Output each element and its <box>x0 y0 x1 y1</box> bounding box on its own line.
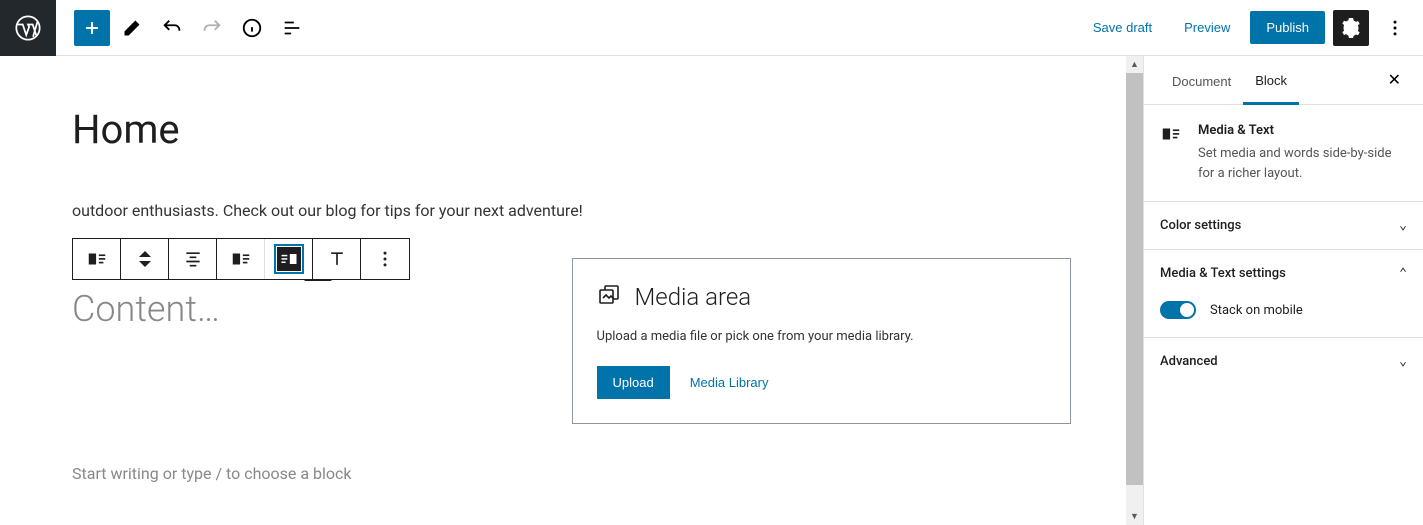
stack-on-mobile-label: Stack on mobile <box>1210 303 1303 318</box>
panel-advanced[interactable]: Advanced ⌄ <box>1144 338 1423 385</box>
settings-sidebar: Document Block ✕ Media & Text Set media … <box>1143 56 1423 525</box>
edit-mode-button[interactable] <box>114 10 150 46</box>
media-right-button[interactable] <box>265 239 313 279</box>
media-icon <box>597 283 621 311</box>
scroll-down-arrow[interactable]: ▼ <box>1126 508 1143 525</box>
scroll-up-arrow[interactable]: ▲ <box>1126 56 1143 73</box>
more-menu-button[interactable] <box>1377 10 1413 46</box>
media-area-title: Media area <box>635 283 752 311</box>
tab-document[interactable]: Document <box>1160 56 1243 104</box>
settings-button[interactable] <box>1333 10 1369 46</box>
wordpress-logo[interactable] <box>0 0 56 56</box>
redo-button[interactable] <box>194 10 230 46</box>
block-icon <box>1160 123 1182 183</box>
save-draft-button[interactable]: Save draft <box>1081 12 1164 43</box>
media-library-button[interactable]: Media Library <box>690 375 769 390</box>
upload-button[interactable]: Upload <box>597 366 670 399</box>
panel-media-text-settings[interactable]: Media & Text settings ⌃ <box>1144 250 1423 297</box>
preview-button[interactable]: Preview <box>1172 12 1242 43</box>
panel-mt-label: Media & Text settings <box>1160 266 1286 281</box>
chevron-down-icon: ⌄ <box>1399 218 1407 233</box>
top-toolbar: Save draft Preview Publish <box>0 0 1423 56</box>
block-more-button[interactable] <box>361 239 409 279</box>
chevron-up-icon: ⌃ <box>1399 266 1407 281</box>
vertical-align-button[interactable] <box>313 239 361 279</box>
close-sidebar-button[interactable]: ✕ <box>1382 56 1407 104</box>
panel-advanced-label: Advanced <box>1160 354 1218 369</box>
move-handle-button[interactable] <box>121 239 169 279</box>
page-title[interactable]: Home <box>72 106 1071 153</box>
outline-button[interactable] <box>274 10 310 46</box>
align-button[interactable] <box>169 239 217 279</box>
undo-button[interactable] <box>154 10 190 46</box>
panel-color-label: Color settings <box>1160 218 1241 233</box>
block-description: Set media and words side-by-side for a r… <box>1198 144 1407 183</box>
block-type-button[interactable] <box>73 239 121 279</box>
media-left-button[interactable] <box>217 239 265 279</box>
info-button[interactable] <box>234 10 270 46</box>
publish-button[interactable]: Publish <box>1250 11 1325 44</box>
block-toolbar <box>72 238 410 280</box>
chevron-down-icon: ⌄ <box>1399 354 1407 369</box>
tab-block[interactable]: Block <box>1243 56 1299 105</box>
media-area-desc: Upload a media file or pick one from you… <box>597 329 1046 344</box>
stack-on-mobile-toggle[interactable] <box>1160 301 1196 319</box>
media-text-block[interactable]: Content… Media area Upload a media file … <box>72 258 1071 424</box>
paragraph-block[interactable]: outdoor enthusiasts. Check out our blog … <box>72 201 1071 220</box>
editor-scrollbar[interactable]: ▲ ▼ <box>1126 56 1143 525</box>
scroll-thumb[interactable] <box>1126 73 1143 485</box>
block-name: Media & Text <box>1198 123 1407 138</box>
add-block-button[interactable] <box>74 10 110 46</box>
panel-color-settings[interactable]: Color settings ⌄ <box>1144 202 1423 249</box>
default-block-appender[interactable]: Start writing or type / to choose a bloc… <box>72 464 1071 483</box>
editor-canvas[interactable]: Home outdoor enthusiasts. Check out our … <box>0 56 1143 525</box>
media-placeholder: Media area Upload a media file or pick o… <box>572 258 1071 424</box>
